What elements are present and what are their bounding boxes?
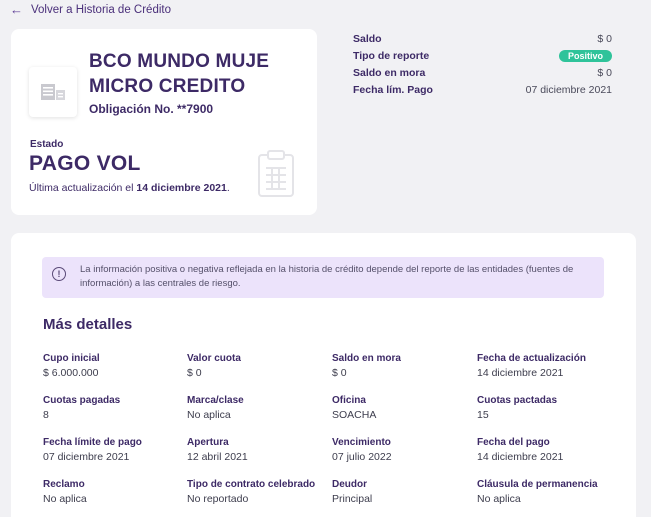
detail-value: 15 <box>477 409 489 421</box>
obligation-number: Obligación No. **7900 <box>89 102 214 116</box>
details-title: Más detalles <box>43 316 133 333</box>
last-updated: Última actualización el 14 diciembre 202… <box>29 182 230 194</box>
last-updated-prefix: Última actualización el <box>29 182 134 194</box>
detail-label: Cupo inicial <box>43 353 100 364</box>
info-notice: ! La información positiva o negativa ref… <box>42 257 604 298</box>
last-updated-date: 14 diciembre 2021 <box>136 182 227 194</box>
estado-value: PAGO VOL <box>29 152 141 175</box>
detail-item: Reclamo No aplica <box>43 478 187 517</box>
detail-item: Valor cuota $ 0 <box>187 352 332 394</box>
detail-item: Cuotas pagadas 8 <box>43 394 187 436</box>
detail-label: Fecha de actualización <box>477 353 586 364</box>
detail-value: $ 0 <box>332 367 347 379</box>
detail-label: Cuotas pagadas <box>43 395 121 406</box>
info-text: La información positiva o negativa refle… <box>80 264 574 289</box>
detail-value: $ 0 <box>187 367 202 379</box>
details-card: ! La información positiva o negativa ref… <box>11 233 636 517</box>
account-summary: Saldo $ 0 Tipo de reporte Positivo Saldo… <box>353 30 612 98</box>
detail-label: Marca/clase <box>187 395 244 406</box>
summary-label: Saldo en mora <box>353 66 426 79</box>
summary-value: $ 0 <box>597 32 612 45</box>
summary-row-saldo: Saldo $ 0 <box>353 30 612 47</box>
detail-label: Apertura <box>187 437 229 448</box>
summary-row-tipo-reporte: Tipo de reporte Positivo <box>353 47 612 64</box>
status-badge: Positivo <box>558 49 612 62</box>
bank-name: BCO MUNDO MUJE MICRO CREDITO <box>89 51 270 97</box>
detail-value: 07 julio 2022 <box>332 451 392 463</box>
detail-value: 14 diciembre 2021 <box>477 367 564 379</box>
detail-label: Oficina <box>332 395 366 406</box>
detail-item: Apertura 12 abril 2021 <box>187 436 332 478</box>
estado-label: Estado <box>30 139 64 150</box>
back-link[interactable]: ← Volver a Historia de Crédito <box>10 2 171 17</box>
detail-value: 12 abril 2021 <box>187 451 248 463</box>
detail-label: Cuotas pactadas <box>477 395 558 406</box>
detail-value: No aplica <box>477 493 521 505</box>
detail-label: Fecha del pago <box>477 437 550 448</box>
detail-item: Marca/clase No aplica <box>187 394 332 436</box>
info-icon: ! <box>52 267 66 281</box>
account-card: BCO MUNDO MUJE MICRO CREDITO Obligación … <box>11 29 317 215</box>
detail-value: 14 diciembre 2021 <box>477 451 564 463</box>
detail-label: Cláusula de permanencia <box>477 479 598 490</box>
detail-label: Fecha límite de pago <box>43 437 142 448</box>
detail-value: SOACHA <box>332 409 377 421</box>
detail-value: $ 6.000.000 <box>43 367 99 379</box>
detail-value: No aplica <box>43 493 87 505</box>
detail-label: Reclamo <box>43 479 85 490</box>
detail-item: Fecha de actualización 14 diciembre 2021 <box>477 352 623 394</box>
detail-value: 07 diciembre 2021 <box>43 451 130 463</box>
detail-item: Tipo de contrato celebrado No reportado <box>187 478 332 517</box>
detail-item: Vencimiento 07 julio 2022 <box>332 436 477 478</box>
summary-row-fecha-limite: Fecha lím. Pago 07 diciembre 2021 <box>353 81 612 98</box>
detail-label: Valor cuota <box>187 353 241 364</box>
summary-label: Tipo de reporte <box>353 49 430 62</box>
summary-label: Saldo <box>353 32 382 45</box>
summary-label: Fecha lím. Pago <box>353 83 433 96</box>
arrow-left-icon: ← <box>10 2 23 17</box>
clipboard-icon <box>257 150 295 203</box>
detail-item: Oficina SOACHA <box>332 394 477 436</box>
detail-label: Deudor <box>332 479 367 490</box>
bank-logo-icon <box>29 67 77 117</box>
detail-item: Fecha límite de pago 07 diciembre 2021 <box>43 436 187 478</box>
detail-item: Cuotas pactadas 15 <box>477 394 623 436</box>
detail-item: Cupo inicial $ 6.000.000 <box>43 352 187 394</box>
detail-label: Saldo en mora <box>332 353 401 364</box>
detail-value: No aplica <box>187 409 231 421</box>
detail-label: Vencimiento <box>332 437 391 448</box>
summary-row-saldo-mora: Saldo en mora $ 0 <box>353 64 612 81</box>
details-grid: Cupo inicial $ 6.000.000 Valor cuota $ 0 Sal… <box>43 352 623 517</box>
back-link-label: Volver a Historia de Crédito <box>31 3 171 16</box>
summary-value: $ 0 <box>597 66 612 79</box>
detail-item: Saldo en mora $ 0 <box>332 352 477 394</box>
detail-value: Principal <box>332 493 373 505</box>
detail-item: Cláusula de permanencia No aplica <box>477 478 623 517</box>
detail-item: Fecha del pago 14 diciembre 2021 <box>477 436 623 478</box>
detail-item: Deudor Principal <box>332 478 477 517</box>
last-updated-suffix: . <box>226 182 230 194</box>
detail-value: No reportado <box>187 493 249 505</box>
detail-value: 8 <box>43 409 49 421</box>
summary-value: 07 diciembre 2021 <box>525 83 612 96</box>
detail-label: Tipo de contrato celebrado <box>187 479 316 490</box>
